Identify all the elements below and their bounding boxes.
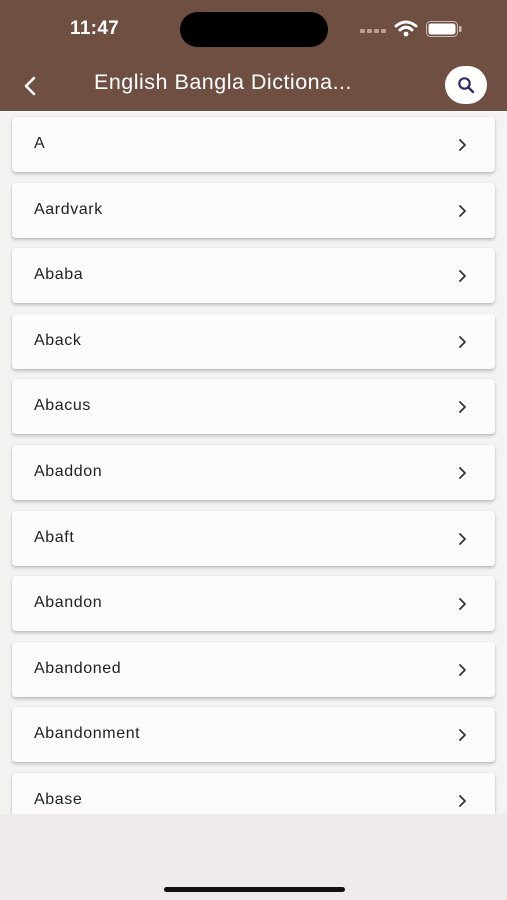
chevron-right-icon: [459, 401, 466, 414]
dynamic-island: [180, 12, 328, 47]
chevron-right-icon: [459, 467, 466, 479]
word-row[interactable]: Abaft: [12, 510, 495, 566]
back-button[interactable]: [14, 70, 46, 102]
app-header: 11:47 English Bangla Dictiona...: [0, 0, 507, 111]
wifi-icon: [394, 20, 418, 37]
word-label: Abandon: [34, 594, 103, 612]
cellular-signal-icon: [360, 29, 388, 35]
word-label: Abacus: [34, 397, 91, 415]
home-indicator[interactable]: [164, 887, 345, 892]
chevron-right-icon: [459, 598, 466, 611]
word-label: Abase: [34, 791, 83, 808]
chevron-right-icon: [459, 729, 466, 742]
chevron-right-icon: [459, 663, 466, 676]
word-row[interactable]: Abandoned: [12, 641, 495, 697]
word-row[interactable]: Aardvark: [12, 182, 495, 238]
word-row[interactable]: Aback: [12, 313, 495, 369]
word-row[interactable]: Abase: [12, 773, 495, 814]
word-row[interactable]: Abaddon: [12, 445, 495, 500]
word-row[interactable]: Abacus: [12, 379, 495, 435]
word-label: Abandonment: [34, 725, 141, 743]
search-icon: [458, 77, 475, 94]
word-list[interactable]: A Aardvark Ababa Aback Abacus Abaddon Abaft Aba…: [0, 111, 507, 814]
chevron-right-icon: [459, 270, 466, 283]
chevron-right-icon: [459, 532, 466, 545]
word-label: Aardvark: [34, 200, 103, 218]
word-label: Abaddon: [34, 463, 103, 480]
word-row[interactable]: Ababa: [12, 248, 495, 304]
word-row[interactable]: Abandonment: [12, 707, 495, 763]
chevron-right-icon: [459, 335, 466, 348]
back-chevron-icon: [24, 76, 36, 96]
page-title: English Bangla Dictiona...: [94, 70, 353, 94]
battery-icon: [426, 21, 462, 37]
status-time: 11:47: [70, 18, 120, 39]
word-label: Ababa: [34, 266, 84, 284]
word-row[interactable]: Abandon: [12, 576, 495, 632]
chevron-right-icon: [459, 795, 466, 807]
word-label: Aback: [34, 331, 82, 349]
word-label: A: [34, 135, 46, 152]
chevron-right-icon: [459, 139, 466, 151]
search-button[interactable]: [445, 66, 487, 104]
word-label: Abaft: [34, 528, 75, 546]
chevron-right-icon: [459, 204, 466, 217]
word-row[interactable]: A: [12, 117, 495, 172]
word-label: Abandoned: [34, 659, 122, 677]
